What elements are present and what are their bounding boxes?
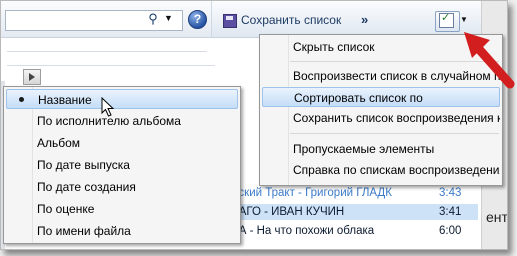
menu-item-skipped-items[interactable]: Пропускаемые элементы [262,139,500,159]
sort-option-album-artist[interactable]: По исполнителю альбома [6,111,238,131]
help-icon[interactable]: ? [188,10,207,29]
menu-item-label: Скрыть список [293,40,375,54]
menu-item-label: По дате создания [37,180,136,194]
track-title: йский Тракт - Григорий ГЛАДК [232,187,392,199]
divider [7,65,215,66]
menu-item-save-as[interactable]: Сохранить список воспроизведения как... [262,108,500,128]
list-options-icon [439,11,454,28]
track-duration: 3:41 [439,206,462,218]
menu-item-label: Справка по спискам воспроизведения... [293,163,500,177]
list-options-dropdown-arrow-icon: ▼ [460,15,468,24]
save-list-button[interactable]: Сохранить список [241,13,341,27]
truncated-text: ента [486,209,508,225]
selected-bullet-icon [19,97,24,102]
track-row[interactable]: КАГО - ИВАН КУЧИН 3:41 [226,204,478,220]
track-duration: 6:00 [439,225,462,237]
track-row[interactable]: КА - На что похожи облака 6:00 [226,223,478,239]
menu-item-label: Сортировать список по [294,91,423,105]
sort-option-release-date[interactable]: По дате выпуска [6,155,238,175]
sort-option-title[interactable]: Название [6,89,238,109]
sort-option-file-name[interactable]: По имени файла [6,221,238,241]
track-duration: 3:43 [439,187,462,199]
divider [7,51,207,52]
menu-item-label: По имени файла [37,224,131,238]
sort-option-date-created[interactable]: По дате создания [6,177,238,197]
track-row[interactable]: йский Тракт - Григорий ГЛАДК 3:43 [226,185,478,201]
sort-option-album[interactable]: Альбом [6,133,238,153]
search-icon[interactable]: ⚲ [146,11,160,27]
media-player-window: ⚲ ▼ ? Сохранить список » ▼ йский Тракт -… [0,0,508,250]
track-title: КАГО - ИВАН КУЧИН [232,206,345,218]
search-dropdown-arrow-icon[interactable]: ▼ [164,13,173,23]
sort-option-rating[interactable]: По оценке [6,199,238,219]
menu-item-label: Пропускаемые элементы [293,142,435,156]
menu-item-sort-by[interactable]: Сортировать список по [262,87,500,107]
menu-item-playlist-help[interactable]: Справка по спискам воспроизведения... [262,160,500,180]
sort-by-submenu: Название По исполнителю альбома Альбом П… [3,86,241,244]
menu-separator [290,133,499,134]
menu-item-label: Сохранить список воспроизведения как... [293,111,500,125]
menu-item-label: По оценке [37,202,95,216]
menu-item-label: Название [38,93,92,107]
track-title: КА - На что похожи облака [232,225,375,237]
menu-item-label: Альбом [37,136,81,150]
more-chevron-icon[interactable]: » [361,12,368,27]
red-arrow-icon [464,32,515,89]
menu-item-label: По дате выпуска [37,158,130,172]
save-icon [223,14,237,28]
play-icon[interactable] [23,69,41,85]
mouse-cursor-icon [101,97,115,117]
